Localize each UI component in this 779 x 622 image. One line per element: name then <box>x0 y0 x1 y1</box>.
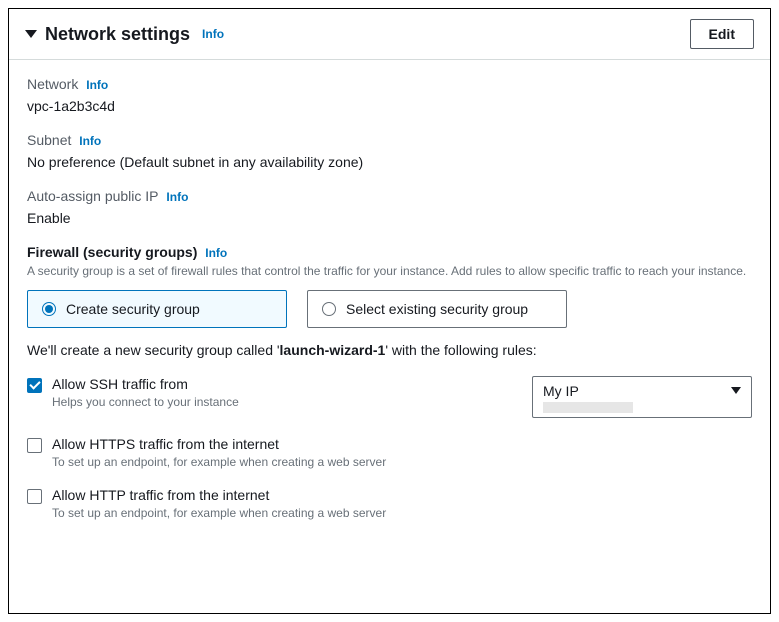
radio-create-sg[interactable]: Create security group <box>27 290 287 328</box>
panel-body: Network Info vpc-1a2b3c4d Subnet Info No… <box>9 60 770 554</box>
sg-desc-name: launch-wizard-1 <box>280 342 386 358</box>
rule-ssh-label: Allow SSH traffic from <box>52 376 432 392</box>
field-network: Network Info vpc-1a2b3c4d <box>27 76 752 114</box>
sg-radio-row: Create security group Select existing se… <box>27 290 752 328</box>
panel-header: Network settings Info Edit <box>9 9 770 60</box>
ssh-ip-placeholder <box>543 402 633 413</box>
rule-http: Allow HTTP traffic from the internet To … <box>27 487 752 520</box>
firewall-hint: A security group is a set of firewall ru… <box>27 263 752 280</box>
field-subnet: Subnet Info No preference (Default subne… <box>27 132 752 170</box>
info-link-subnet[interactable]: Info <box>79 134 101 148</box>
subnet-value: No preference (Default subnet in any ava… <box>27 154 752 170</box>
panel-header-left: Network settings Info <box>25 24 224 45</box>
network-settings-panel: Network settings Info Edit Network Info … <box>8 8 771 614</box>
autoip-label: Auto-assign public IP <box>27 188 159 204</box>
rule-ssh-text: Allow SSH traffic from Helps you connect… <box>52 376 432 409</box>
ssh-source-select[interactable]: My IP <box>532 376 752 418</box>
autoip-value: Enable <box>27 210 752 226</box>
panel-title: Network settings <box>45 24 190 45</box>
network-label: Network <box>27 76 78 92</box>
rule-http-label: Allow HTTP traffic from the internet <box>52 487 752 503</box>
rule-http-text: Allow HTTP traffic from the internet To … <box>52 487 752 520</box>
checkbox-ssh[interactable] <box>27 378 42 393</box>
field-firewall: Firewall (security groups) Info A securi… <box>27 244 752 520</box>
info-link-autoip[interactable]: Info <box>166 190 188 204</box>
firewall-label: Firewall (security groups) <box>27 244 197 260</box>
select-main: My IP <box>543 383 741 399</box>
caret-down-icon[interactable] <box>25 30 37 38</box>
rule-http-hint: To set up an endpoint, for example when … <box>52 506 752 520</box>
edit-button[interactable]: Edit <box>690 19 754 49</box>
radio-select-sg-label: Select existing security group <box>346 301 528 317</box>
rule-ssh-hint: Helps you connect to your instance <box>52 395 432 409</box>
field-autoip: Auto-assign public IP Info Enable <box>27 188 752 226</box>
info-link-firewall[interactable]: Info <box>205 246 227 260</box>
ssh-source-select-wrap: My IP <box>532 376 752 418</box>
rule-https-text: Allow HTTPS traffic from the internet To… <box>52 436 752 469</box>
radio-dot-icon <box>322 302 336 316</box>
rule-https-label: Allow HTTPS traffic from the internet <box>52 436 752 452</box>
ssh-select-value: My IP <box>543 383 579 399</box>
sg-desc-prefix: We'll create a new security group called… <box>27 342 280 358</box>
sg-desc-suffix: ' with the following rules: <box>385 342 536 358</box>
radio-dot-icon <box>42 302 56 316</box>
rule-https-hint: To set up an endpoint, for example when … <box>52 455 752 469</box>
rule-ssh: Allow SSH traffic from Helps you connect… <box>27 376 752 418</box>
info-link-header[interactable]: Info <box>202 27 224 41</box>
checkbox-https[interactable] <box>27 438 42 453</box>
network-value: vpc-1a2b3c4d <box>27 98 752 114</box>
info-link-network[interactable]: Info <box>86 78 108 92</box>
chevron-down-icon <box>731 387 741 394</box>
checkbox-http[interactable] <box>27 489 42 504</box>
radio-create-sg-label: Create security group <box>66 301 200 317</box>
sg-description: We'll create a new security group called… <box>27 342 752 358</box>
rule-https: Allow HTTPS traffic from the internet To… <box>27 436 752 469</box>
subnet-label: Subnet <box>27 132 71 148</box>
radio-select-sg[interactable]: Select existing security group <box>307 290 567 328</box>
